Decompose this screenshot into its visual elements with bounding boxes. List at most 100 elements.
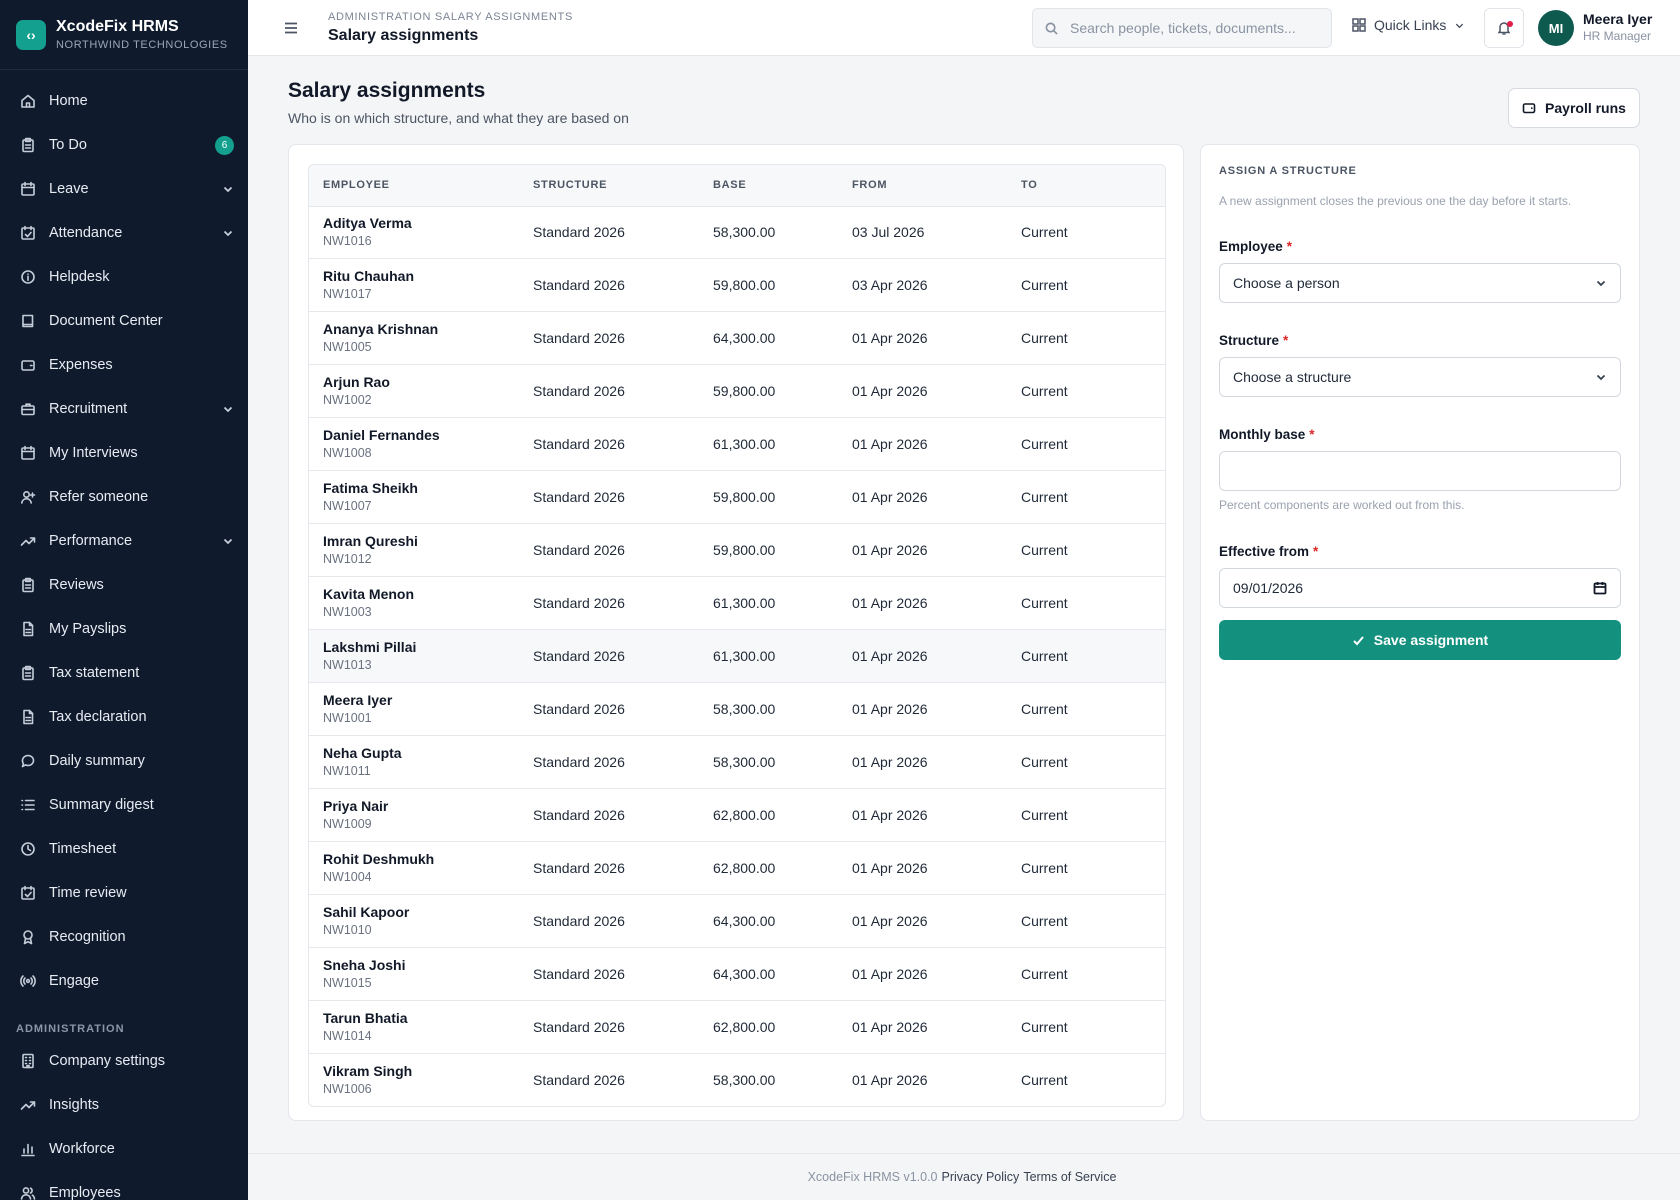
employee-select-value: Choose a person <box>1233 275 1340 291</box>
sidebar-item-performance[interactable]: Performance <box>0 519 248 563</box>
chevron-down-icon[interactable] <box>222 227 234 239</box>
notifications-button[interactable] <box>1484 8 1524 48</box>
employee-select[interactable]: Choose a person <box>1219 263 1621 303</box>
column-header-structure[interactable]: STRUCTURE <box>519 165 699 207</box>
sidebar-item-employees[interactable]: Employees <box>0 1171 248 1200</box>
employee-id: NW1015 <box>323 975 372 990</box>
table-row[interactable]: Fatima Sheikh NW1007 Standard 2026 59,800.0… <box>309 471 1165 524</box>
table-row[interactable]: Tarun Bhatia NW1014 Standard 2026 62,800.00… <box>309 1000 1165 1053</box>
sidebar-item-expenses[interactable]: Expenses <box>0 343 248 387</box>
sidebar-item-reviews[interactable]: Reviews <box>0 563 248 607</box>
save-assignment-button[interactable]: Save assignment <box>1219 620 1621 660</box>
table-row[interactable]: Neha Gupta NW1011 Standard 2026 58,300.00 01… <box>309 735 1165 789</box>
column-header-from[interactable]: FROM <box>838 165 1007 207</box>
table-row[interactable]: Aditya Verma NW1016 Standard 2026 58,300.00… <box>309 206 1165 259</box>
sidebar-item-summary-digest[interactable]: Summary digest <box>0 783 248 827</box>
structure-cell: Standard 2026 <box>533 912 625 929</box>
table-row[interactable]: Sahil Kapoor NW1010 Standard 2026 64,300.00… <box>309 894 1165 948</box>
employee-name: Daniel Fernandes <box>323 427 440 444</box>
sidebar-item-company-settings[interactable]: Company settings <box>0 1039 248 1083</box>
sidebar-item-my-payslips[interactable]: My Payslips <box>0 607 248 651</box>
save-assignment-label: Save assignment <box>1373 632 1489 648</box>
sidebar-item-label: My Interviews <box>49 445 138 461</box>
employee-name: Sneha Joshi <box>323 956 406 973</box>
sidebar-item-to-do[interactable]: To Do 6 <box>0 123 248 167</box>
sidebar-item-time-review[interactable]: Time review <box>0 871 248 915</box>
table-row[interactable]: Meera Iyer NW1001 Standard 2026 58,300.00 01… <box>309 682 1165 736</box>
table-row[interactable]: Kavita Menon NW1003 Standard 2026 61,300.00… <box>309 577 1165 630</box>
sidebar-item-recruitment[interactable]: Recruitment <box>0 387 248 431</box>
privacy-policy-link[interactable]: Privacy Policy <box>942 1170 1020 1184</box>
to-cell: Current <box>1021 277 1068 294</box>
from-cell: 01 Apr 2026 <box>852 912 928 929</box>
structure-select[interactable]: Choose a structure <box>1219 357 1621 397</box>
sidebar-item-daily-summary[interactable]: Daily summary <box>0 739 248 783</box>
table-row[interactable]: Lakshmi Pillai NW1013 Standard 2026 61,300.… <box>309 629 1165 683</box>
column-header-employee[interactable]: EMPLOYEE <box>309 165 519 207</box>
employee-id: NW1010 <box>323 922 372 937</box>
chevron-down-icon[interactable] <box>222 183 234 195</box>
employee-label: Employee * <box>1219 239 1293 254</box>
table-body: Aditya Verma NW1016 Standard 2026 58,300.00… <box>309 206 1165 1106</box>
calendar-icon[interactable] <box>1593 581 1607 595</box>
search-box[interactable] <box>1032 8 1332 48</box>
terms-of-service-link[interactable]: Terms of Service <box>1023 1170 1116 1184</box>
search-input[interactable] <box>1070 20 1310 36</box>
table-row[interactable]: Arjun Rao NW1002 Standard 2026 59,800.00 01 … <box>309 365 1165 418</box>
sidebar-item-workforce[interactable]: Workforce <box>0 1127 248 1171</box>
table-row[interactable]: Imran Qureshi NW1012 Standard 2026 59,800.0… <box>309 524 1165 577</box>
table-row[interactable]: Daniel Fernandes NW1008 Standard 2026 61,30… <box>309 418 1165 471</box>
table-row[interactable]: Ritu Chauhan NW1017 Standard 2026 59,800.00… <box>309 259 1165 312</box>
menu-icon[interactable] <box>283 20 299 36</box>
grid-icon <box>1352 18 1366 32</box>
payroll-runs-button[interactable]: Payroll runs <box>1508 88 1640 128</box>
table-row[interactable]: Rohit Deshmukh NW1004 Standard 2026 62,800.… <box>309 841 1165 895</box>
chevron-down-icon[interactable] <box>222 535 234 547</box>
sidebar-item-document-center[interactable]: Document Center <box>0 299 248 343</box>
table-row[interactable]: Ananya Krishnan NW1005 Standard 2026 64,300… <box>309 312 1165 365</box>
from-cell: 01 Apr 2026 <box>852 965 928 982</box>
sidebar-item-helpdesk[interactable]: Helpdesk <box>0 255 248 299</box>
table-row[interactable]: Sneha Joshi NW1015 Standard 2026 64,300.00 0… <box>309 947 1165 1001</box>
sidebar-item-attendance[interactable]: Attendance <box>0 211 248 255</box>
sidebar-item-label: Workforce <box>49 1141 115 1157</box>
sidebar-item-home[interactable]: Home <box>0 79 248 123</box>
form-title: ASSIGN A STRUCTURE <box>1219 165 1357 177</box>
from-cell: 01 Apr 2026 <box>852 700 928 717</box>
column-header-base[interactable]: BASE <box>699 165 838 207</box>
sidebar-item-label: Expenses <box>49 357 113 373</box>
assign-structure-card: ASSIGN A STRUCTURE A new assignment clos… <box>1200 144 1640 1121</box>
sidebar-item-insights[interactable]: Insights <box>0 1083 248 1127</box>
table-row[interactable]: Priya Nair NW1009 Standard 2026 62,800.00 01… <box>309 788 1165 842</box>
sidebar-item-label: Recognition <box>49 929 126 945</box>
chevron-down-icon[interactable] <box>222 403 234 415</box>
table-row[interactable]: Vikram Singh NW1006 Standard 2026 58,300.00… <box>309 1053 1165 1106</box>
quick-links-button[interactable]: Quick Links <box>1352 17 1465 33</box>
assignments-table: EMPLOYEE STRUCTURE BASE FROM TO Aditya V… <box>308 164 1166 1107</box>
sidebar-item-refer-someone[interactable]: Refer someone <box>0 475 248 519</box>
column-header-to[interactable]: TO <box>1007 165 1165 207</box>
sidebar-item-engage[interactable]: Engage <box>0 959 248 1003</box>
user-name[interactable]: Meera Iyer <box>1583 11 1652 27</box>
employee-name: Lakshmi Pillai <box>323 638 417 655</box>
base-cell: 58,300.00 <box>713 224 776 241</box>
effective-from-date-input[interactable]: 09/01/2026 <box>1219 568 1621 608</box>
to-cell: Current <box>1021 224 1068 241</box>
sidebar-item-my-interviews[interactable]: My Interviews <box>0 431 248 475</box>
sidebar-item-label: Employees <box>49 1185 121 1200</box>
sidebar-item-timesheet[interactable]: Timesheet <box>0 827 248 871</box>
sidebar-item-tax-declaration[interactable]: Tax declaration <box>0 695 248 739</box>
structure-cell: Standard 2026 <box>533 595 625 612</box>
from-cell: 01 Apr 2026 <box>852 489 928 506</box>
brand[interactable]: ‹› XcodeFix HRMS NORTHWIND TECHNOLOGIES <box>0 0 248 70</box>
employee-cell: Imran Qureshi NW1012 <box>309 524 519 577</box>
employee-cell: Fatima Sheikh NW1007 <box>309 471 519 524</box>
monthly-base-input[interactable] <box>1219 451 1621 491</box>
from-cell: 01 Apr 2026 <box>852 1071 928 1088</box>
sidebar-item-recognition[interactable]: Recognition <box>0 915 248 959</box>
employee-id: NW1002 <box>323 393 372 408</box>
base-cell: 61,300.00 <box>713 436 776 453</box>
avatar[interactable]: MI <box>1538 10 1574 46</box>
sidebar-item-leave[interactable]: Leave <box>0 167 248 211</box>
sidebar-item-tax-statement[interactable]: Tax statement <box>0 651 248 695</box>
